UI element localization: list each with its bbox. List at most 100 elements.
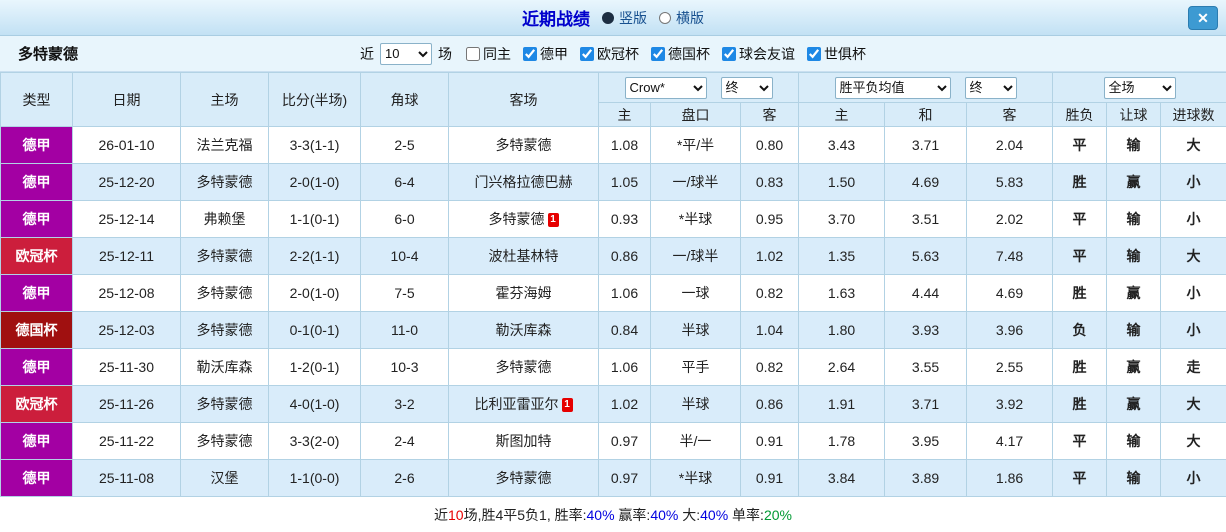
score: 1-1(0-0)	[268, 459, 361, 497]
close-button[interactable]: ✕	[1188, 6, 1218, 30]
eu-away-odds: 2.04	[966, 126, 1054, 164]
col-header-home: 主场	[180, 72, 269, 127]
checkbox-input[interactable]	[523, 46, 537, 61]
asia-time-select[interactable]: 终	[720, 76, 773, 99]
away-team: 斯图加特	[448, 422, 599, 460]
radio-selected-icon	[602, 11, 614, 24]
home-team: 多特蒙德	[180, 274, 269, 312]
eu-draw-odds: 4.69	[884, 163, 968, 201]
eu-home-odds: 1.63	[798, 274, 886, 312]
handicap: 一球	[650, 274, 741, 312]
table-row: 德国杯 25-12-03 多特蒙德 0-1(0-1) 11-0 勒沃库森 0.84 半球 1.0…	[0, 311, 1226, 349]
match-date: 25-12-08	[72, 274, 181, 312]
table-row: 德甲 25-12-20 多特蒙德 2-0(1-0) 6-4 门兴格拉德巴赫 1.05 一/球半…	[0, 163, 1226, 201]
summary-segment: 赢率:	[614, 507, 651, 523]
table-body: 德甲 26-01-10 法兰克福 3-3(1-1) 2-5 多特蒙德 1.08 *平/半 0.8…	[0, 126, 1226, 497]
titlebar: 近期战绩 竖版 横版 ✕	[0, 0, 1226, 36]
handicap-result: 赢	[1106, 163, 1162, 201]
league-badge: 德甲	[0, 200, 73, 238]
checkbox-label: 球会友谊	[739, 45, 795, 62]
asia-away-odds: 0.95	[739, 200, 800, 238]
summary-segment: 20%	[763, 507, 792, 523]
eu-home-odds: 1.91	[798, 385, 886, 423]
filter-checkbox-世俱杯[interactable]: 世俱杯	[807, 44, 866, 64]
asia-away-odds: 1.04	[739, 311, 800, 349]
table-row: 德甲 25-12-08 多特蒙德 2-0(1-0) 7-5 霍芬海姆 1.06 一球 0.82 1…	[0, 274, 1226, 312]
checkbox-input[interactable]	[651, 46, 665, 61]
checkbox-input[interactable]	[722, 46, 736, 61]
eu-away-odds: 7.48	[966, 237, 1054, 275]
table-row: 德甲 25-11-08 汉堡 1-1(0-0) 2-6 多特蒙德 0.97 *半球 0.91 3.…	[0, 459, 1226, 497]
summary-segment: 近	[434, 507, 449, 523]
score: 2-0(1-0)	[268, 163, 361, 201]
corner-score: 2-6	[360, 459, 449, 497]
col-header-away: 客场	[448, 72, 599, 127]
eu-away-odds: 4.69	[966, 274, 1054, 312]
table-row: 德甲 25-12-14 弗赖堡 1-1(0-1) 6-0 多特蒙德 1 0.93 *半球 0.95…	[0, 200, 1226, 238]
col-header-date: 日期	[72, 72, 181, 127]
table-row: 德甲 26-01-10 法兰克福 3-3(1-1) 2-5 多特蒙德 1.08 *平/半 0.8…	[0, 126, 1226, 164]
scope-select[interactable]: 全场	[1103, 76, 1176, 99]
checkbox-input[interactable]	[466, 46, 480, 61]
eu-home-odds: 1.78	[798, 422, 886, 460]
corner-score: 2-5	[360, 126, 449, 164]
away-team: 多特蒙德 1	[448, 200, 599, 238]
eu-draw-odds: 3.71	[884, 385, 968, 423]
eu-away-odds: 2.55	[966, 348, 1054, 386]
match-date: 25-12-20	[72, 163, 181, 201]
layout-radio-horizontal[interactable]: 横版	[659, 8, 704, 28]
europe-odds-group-header: 胜平负均值 终	[798, 72, 1054, 103]
filter-checkbox-欧冠杯[interactable]: 欧冠杯	[580, 44, 639, 64]
match-date: 26-01-10	[72, 126, 181, 164]
subheader-asia-away: 客	[739, 102, 800, 127]
checkbox-input[interactable]	[580, 46, 594, 61]
match-date: 25-11-08	[72, 459, 181, 497]
away-team: 多特蒙德	[448, 126, 599, 164]
match-date: 25-12-03	[72, 311, 181, 349]
handicap: 平手	[650, 348, 741, 386]
home-team: 多特蒙德	[180, 422, 269, 460]
home-team: 弗赖堡	[180, 200, 269, 238]
asia-home-odds: 1.02	[598, 385, 651, 423]
league-badge: 德甲	[0, 274, 73, 312]
corner-score: 2-4	[360, 422, 449, 460]
bookmaker-select[interactable]: Crow*	[624, 76, 707, 99]
home-team: 汉堡	[180, 459, 269, 497]
eu-home-odds: 1.80	[798, 311, 886, 349]
eu-draw-odds: 3.89	[884, 459, 968, 497]
subheader-handicap: 盘口	[650, 102, 741, 127]
eu-home-odds: 2.64	[798, 348, 886, 386]
subheader-handicap-result: 让球	[1106, 102, 1162, 127]
eu-home-odds: 1.35	[798, 237, 886, 275]
layout-radio-vertical[interactable]: 竖版	[602, 8, 647, 28]
asia-away-odds: 0.82	[739, 274, 800, 312]
asia-home-odds: 1.06	[598, 274, 651, 312]
asia-away-odds: 0.83	[739, 163, 800, 201]
filter-checkbox-同主[interactable]: 同主	[466, 44, 511, 64]
asia-away-odds: 0.82	[739, 348, 800, 386]
handicap: *半球	[650, 200, 741, 238]
goals-result: 小	[1160, 200, 1226, 238]
league-badge: 德甲	[0, 348, 73, 386]
handicap-result: 赢	[1106, 274, 1162, 312]
filter-checkbox-德国杯[interactable]: 德国杯	[651, 44, 710, 64]
eu-away-odds: 3.96	[966, 311, 1054, 349]
europe-source-select[interactable]: 胜平负均值	[834, 76, 951, 99]
radio-unselected-icon	[659, 11, 671, 24]
handicap-result: 输	[1106, 237, 1162, 275]
match-count-select[interactable]: 10	[380, 42, 432, 65]
asia-away-odds: 0.86	[739, 385, 800, 423]
europe-time-select[interactable]: 终	[964, 76, 1017, 99]
league-badge: 德甲	[0, 459, 73, 497]
filter-checkbox-球会友谊[interactable]: 球会友谊	[722, 44, 795, 64]
filter-checkbox-德甲[interactable]: 德甲	[523, 44, 568, 64]
checkbox-input[interactable]	[807, 46, 821, 61]
result: 胜	[1052, 163, 1108, 201]
table-row: 欧冠杯 25-12-11 多特蒙德 2-2(1-1) 10-4 波杜基林特 0.86 一/球半…	[0, 237, 1226, 275]
away-team: 门兴格拉德巴赫	[448, 163, 599, 201]
col-header-type: 类型	[0, 72, 73, 127]
eu-home-odds: 3.84	[798, 459, 886, 497]
away-team: 多特蒙德	[448, 348, 599, 386]
home-team: 多特蒙德	[180, 237, 269, 275]
away-team: 波杜基林特	[448, 237, 599, 275]
